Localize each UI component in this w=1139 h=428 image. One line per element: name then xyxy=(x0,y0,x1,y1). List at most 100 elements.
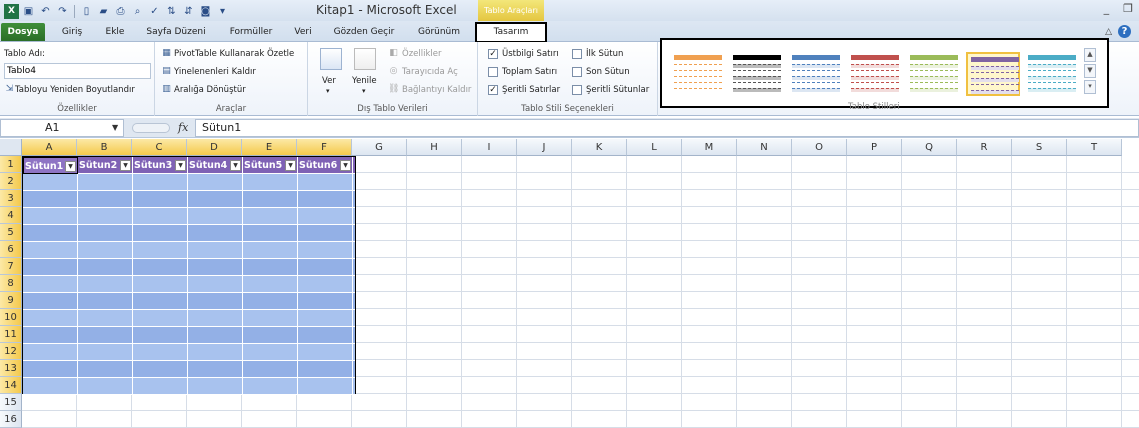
table-header-cell[interactable]: Sütun1 ▼ xyxy=(23,157,78,174)
formula-input[interactable]: Sütun1 xyxy=(195,119,1139,137)
table-cell[interactable] xyxy=(243,276,298,293)
table-cell[interactable] xyxy=(188,259,243,276)
restore-button[interactable]: ❐ xyxy=(1123,2,1133,15)
tab-data[interactable]: Veri xyxy=(288,24,318,40)
column-header[interactable]: C xyxy=(132,139,187,156)
undo-icon[interactable]: ↶ xyxy=(38,4,53,19)
table-cell[interactable] xyxy=(133,208,188,225)
column-header[interactable]: F xyxy=(297,139,352,156)
gallery-scroll-down[interactable]: ▼ xyxy=(1084,64,1096,78)
table-cell[interactable] xyxy=(23,276,78,293)
column-header[interactable]: R xyxy=(957,139,1012,156)
table-cell[interactable] xyxy=(188,174,243,191)
minimize-ribbon-icon[interactable]: △ xyxy=(1105,27,1112,37)
table-cell[interactable] xyxy=(78,208,133,225)
table-cell[interactable] xyxy=(298,191,353,208)
table-cell[interactable] xyxy=(243,259,298,276)
table-header-cell[interactable]: Sütun6 ▼ xyxy=(298,157,353,174)
row-header[interactable]: 10 xyxy=(0,309,22,326)
table-cell[interactable] xyxy=(78,327,133,344)
filter-dropdown-icon[interactable]: ▼ xyxy=(175,160,186,171)
table-cell[interactable] xyxy=(298,259,353,276)
column-header[interactable]: T xyxy=(1067,139,1122,156)
filter-dropdown-icon[interactable]: ▼ xyxy=(65,161,76,172)
refresh-dropdown-icon[interactable]: ▾ xyxy=(362,87,366,95)
redo-icon[interactable]: ↷ xyxy=(55,4,70,19)
row-header[interactable]: 7 xyxy=(0,258,22,275)
total-row-checkbox[interactable] xyxy=(488,67,498,77)
sort-ascending-icon[interactable]: ⇅ xyxy=(164,4,179,19)
table-cell[interactable] xyxy=(78,276,133,293)
print-preview-icon[interactable]: ⌕ xyxy=(130,4,145,19)
open-in-browser-button[interactable]: Tarayıcıda Aç xyxy=(402,67,458,77)
table-cell[interactable] xyxy=(298,276,353,293)
table-cell[interactable] xyxy=(188,327,243,344)
table-cell[interactable] xyxy=(188,191,243,208)
table-name-input[interactable] xyxy=(4,63,151,79)
row-header[interactable]: 11 xyxy=(0,326,22,343)
banded-rows-checkbox[interactable]: ✓ xyxy=(488,85,498,95)
table-cell[interactable] xyxy=(133,191,188,208)
table-cell[interactable] xyxy=(243,361,298,378)
table-cell[interactable] xyxy=(133,378,188,395)
table-header-cell[interactable]: Sütun2 ▼ xyxy=(78,157,133,174)
table-cell[interactable] xyxy=(78,242,133,259)
table-style-swatch[interactable] xyxy=(848,52,902,96)
table-cell[interactable] xyxy=(243,174,298,191)
table-cell[interactable] xyxy=(133,174,188,191)
select-all-corner[interactable] xyxy=(0,139,22,156)
table-cell[interactable] xyxy=(133,242,188,259)
tab-home[interactable]: Giriş xyxy=(52,24,92,40)
table-cell[interactable] xyxy=(23,259,78,276)
print-icon[interactable]: ⎙ xyxy=(113,4,128,19)
table-style-swatch[interactable] xyxy=(1025,52,1079,96)
table-cell[interactable] xyxy=(133,276,188,293)
tab-review[interactable]: Gözden Geçir xyxy=(324,24,404,40)
table-cell[interactable] xyxy=(23,225,78,242)
filter-dropdown-icon[interactable]: ▼ xyxy=(340,160,351,171)
table-cell[interactable] xyxy=(188,276,243,293)
table-cell[interactable] xyxy=(188,361,243,378)
table-cell[interactable] xyxy=(78,191,133,208)
table-style-swatch[interactable] xyxy=(907,52,961,96)
table-cell[interactable] xyxy=(133,293,188,310)
table-cell[interactable] xyxy=(243,378,298,395)
row-header[interactable]: 2 xyxy=(0,173,22,190)
table-style-swatch[interactable] xyxy=(966,52,1020,96)
name-box[interactable]: A1 xyxy=(0,119,124,137)
table-cell[interactable] xyxy=(243,344,298,361)
table-cell[interactable] xyxy=(188,378,243,395)
table-cell[interactable] xyxy=(243,208,298,225)
table-cell[interactable] xyxy=(23,378,78,395)
formula-bar-splitter[interactable] xyxy=(132,123,170,133)
table-cell[interactable] xyxy=(298,225,353,242)
minimize-button[interactable]: _ xyxy=(1104,2,1110,15)
filter-dropdown-icon[interactable]: ▼ xyxy=(230,160,241,171)
help-icon[interactable]: ? xyxy=(1118,25,1131,38)
column-header[interactable]: I xyxy=(462,139,517,156)
tab-insert[interactable]: Ekle xyxy=(97,24,133,40)
name-box-dropdown-icon[interactable]: ▼ xyxy=(112,123,118,132)
table-cell[interactable] xyxy=(188,208,243,225)
table-cell[interactable] xyxy=(188,242,243,259)
column-header[interactable]: M xyxy=(682,139,737,156)
column-header[interactable]: H xyxy=(407,139,462,156)
table-cell[interactable] xyxy=(78,174,133,191)
table-cell[interactable] xyxy=(298,344,353,361)
table-cell[interactable] xyxy=(78,344,133,361)
table-cell[interactable] xyxy=(23,344,78,361)
table-cell[interactable] xyxy=(188,293,243,310)
row-header[interactable]: 1 xyxy=(0,156,22,173)
tab-page-layout[interactable]: Sayfa Düzeni xyxy=(138,24,214,40)
filter-dropdown-icon[interactable]: ▼ xyxy=(120,160,131,171)
row-header[interactable]: 3 xyxy=(0,190,22,207)
table-cell[interactable] xyxy=(78,310,133,327)
table-cell[interactable] xyxy=(298,361,353,378)
camera-icon[interactable]: ◙ xyxy=(198,4,213,19)
table-cell[interactable] xyxy=(23,293,78,310)
table-header-cell[interactable]: Sütun4 ▼ xyxy=(188,157,243,174)
table-cell[interactable] xyxy=(188,310,243,327)
table-cell[interactable] xyxy=(243,310,298,327)
table-cell[interactable] xyxy=(78,361,133,378)
table-cell[interactable] xyxy=(133,344,188,361)
